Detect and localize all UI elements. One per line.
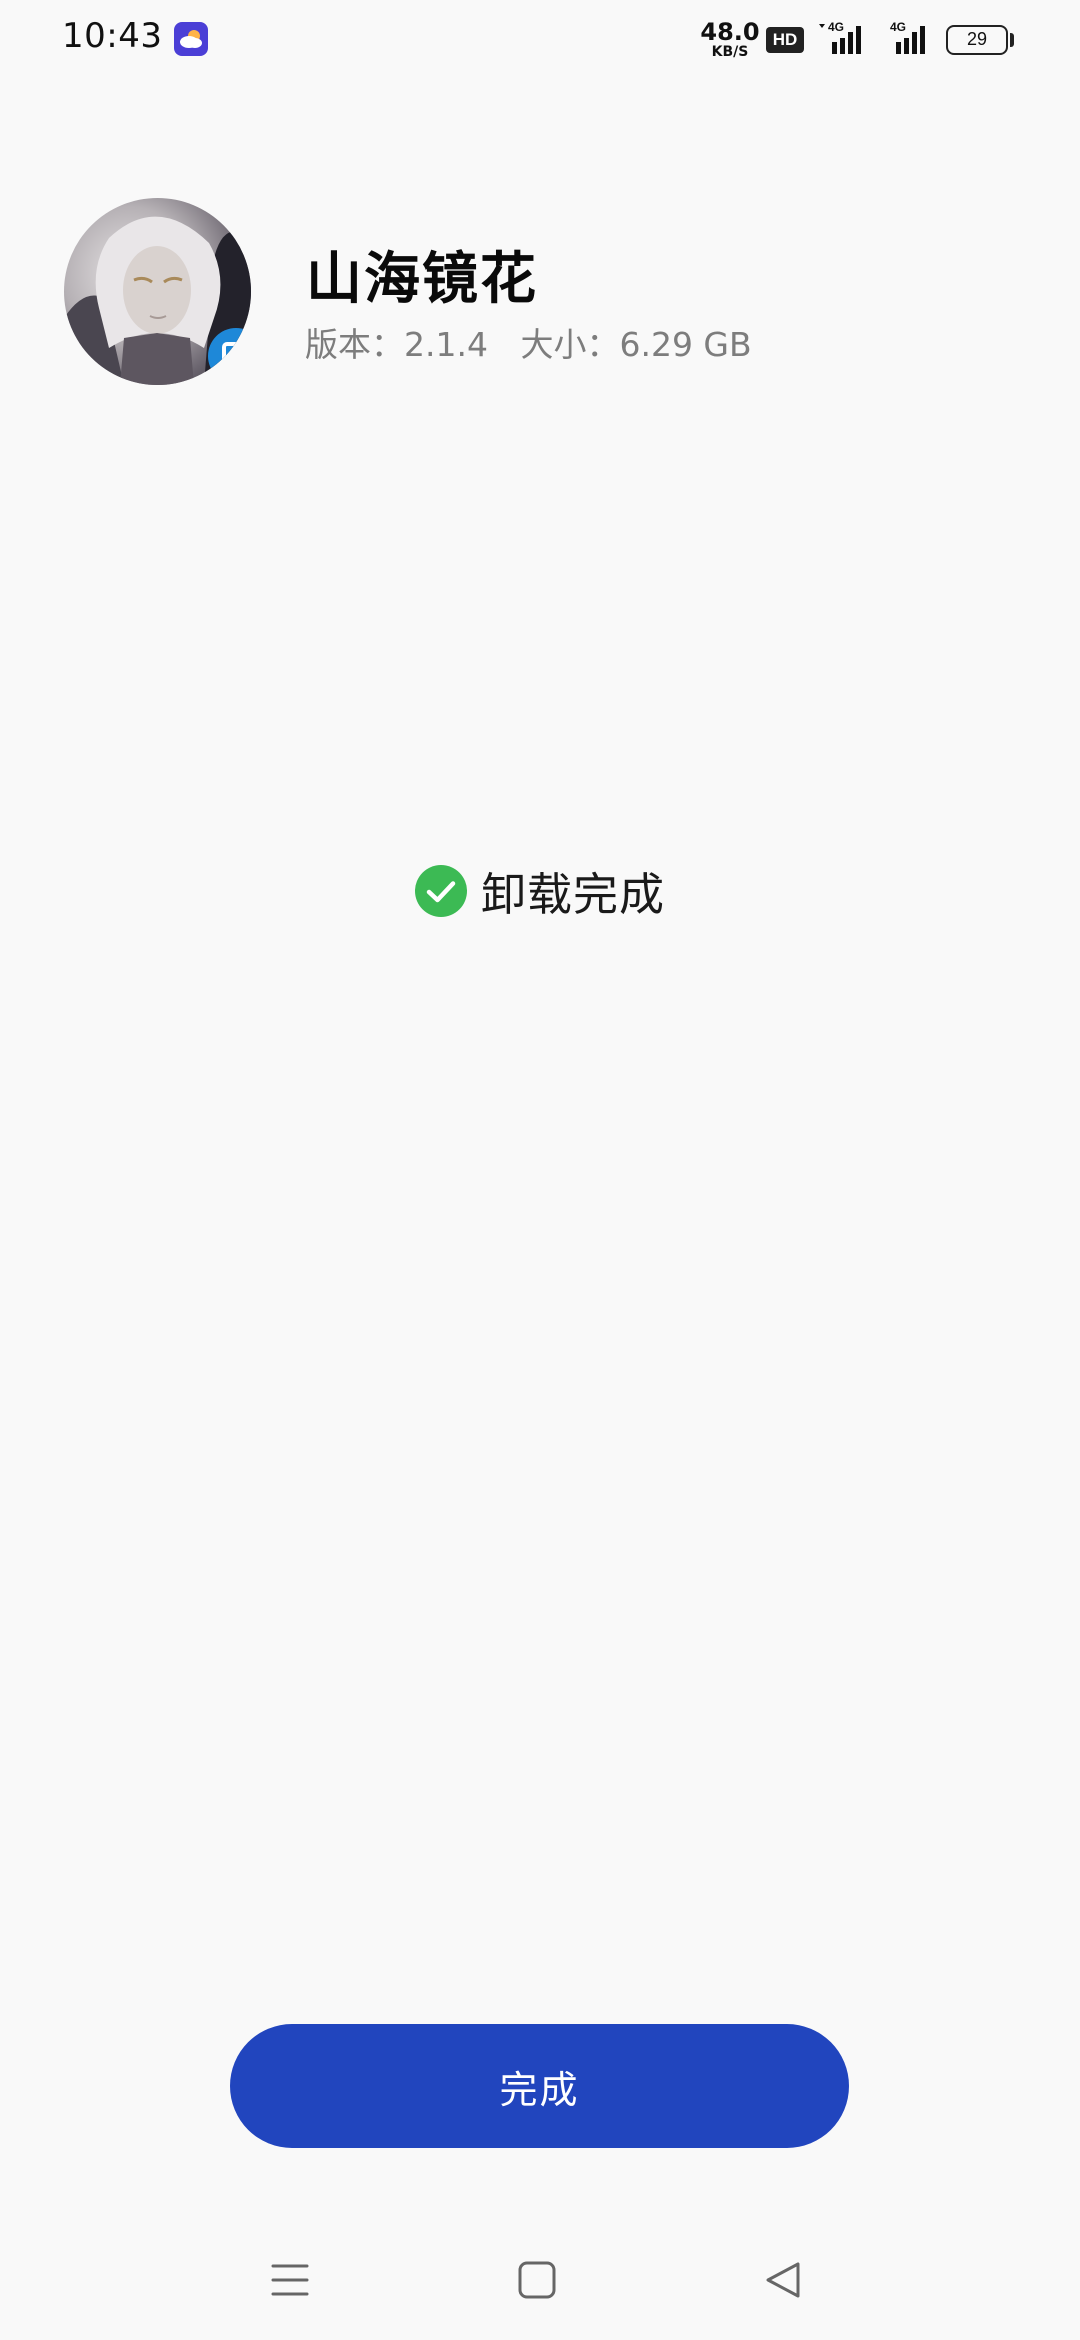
status-bar: 10:43 48.0 KB/S HD 4G 4G 29 xyxy=(0,0,1080,80)
version-label: 版本： xyxy=(305,325,404,364)
status-time: 10:43 xyxy=(62,16,163,56)
network-speed: 48.0 KB/S xyxy=(700,20,760,59)
size-value: 6.29 GB xyxy=(619,325,752,364)
navigation-bar xyxy=(0,2240,1080,2310)
battery-tip xyxy=(1010,33,1014,47)
signal-4g-icon: 4G xyxy=(819,20,861,54)
size-label: 大小： xyxy=(520,325,620,364)
signal-4g-icon: 4G xyxy=(890,20,925,54)
uninstall-result: 卸载完成 xyxy=(0,858,1080,923)
check-circle-icon xyxy=(414,864,467,917)
app-meta: 版本：2.1.4 大小：6.29 GB xyxy=(305,318,752,366)
app-icon-artwork xyxy=(64,216,251,385)
network-speed-unit: KB/S xyxy=(711,44,749,60)
app-name: 山海镜花 xyxy=(306,247,538,312)
version-value: 2.1.4 xyxy=(404,325,488,364)
weather-app-icon xyxy=(174,22,208,56)
network-speed-value: 48.0 xyxy=(700,18,760,46)
network-type-label: 4G xyxy=(828,20,844,34)
menu-icon[interactable] xyxy=(268,2258,312,2302)
size-group: 大小：6.29 GB xyxy=(520,325,751,364)
app-icon xyxy=(64,198,251,385)
result-text: 卸载完成 xyxy=(480,868,665,921)
back-icon[interactable] xyxy=(762,2258,806,2302)
battery-level: 29 xyxy=(966,29,988,49)
home-icon[interactable] xyxy=(515,2258,559,2302)
done-button[interactable]: 完成 xyxy=(230,2024,849,2148)
network-type-label: 4G xyxy=(890,20,906,34)
hd-voice-icon: HD xyxy=(766,27,804,53)
battery-icon: 29 xyxy=(946,25,1008,55)
